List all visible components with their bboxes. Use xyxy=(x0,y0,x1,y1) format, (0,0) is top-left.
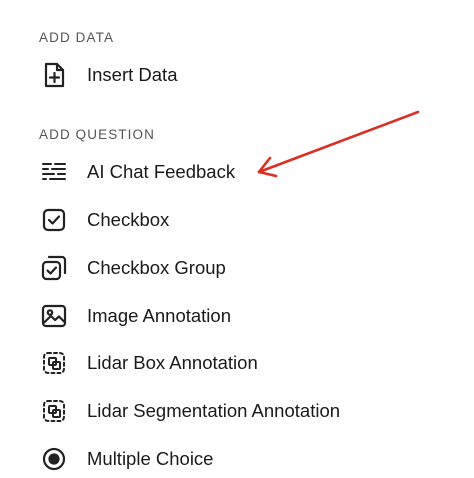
menu-item-checkbox-group[interactable]: Checkbox Group xyxy=(36,249,436,287)
menu-item-checkbox[interactable]: Checkbox xyxy=(36,201,436,239)
menu-item-label: Insert Data xyxy=(87,64,178,85)
checkbox-icon xyxy=(36,202,72,238)
menu-item-label: Lidar Segmentation Annotation xyxy=(87,400,341,421)
menu-item-label: AI Chat Feedback xyxy=(87,161,236,182)
menu-item-label: Image Annotation xyxy=(87,305,231,326)
chat-feedback-icon xyxy=(36,154,72,190)
add-menu-panel: ADD DATA Insert Data ADD QUESTION AI Cha… xyxy=(0,0,474,471)
insert-data-icon xyxy=(36,57,72,93)
menu-item-label: Checkbox xyxy=(87,209,170,230)
menu-item-multiple-choice[interactable]: Multiple Choice xyxy=(36,440,436,478)
image-icon xyxy=(36,298,72,334)
menu-item-label: Checkbox Group xyxy=(87,257,226,278)
menu-item-label: Multiple Choice xyxy=(87,448,214,469)
lidar-segmentation-icon xyxy=(36,393,72,429)
checkbox-group-icon xyxy=(36,250,72,286)
section-title-add-question: ADD QUESTION xyxy=(39,127,155,142)
menu-item-lidar-segmentation-annotation[interactable]: Lidar Segmentation Annotation xyxy=(36,392,436,430)
radio-icon xyxy=(36,441,72,477)
menu-item-ai-chat-feedback[interactable]: AI Chat Feedback xyxy=(36,153,436,191)
menu-item-label: Lidar Box Annotation xyxy=(87,352,258,373)
section-title-add-data: ADD DATA xyxy=(39,30,115,45)
menu-item-image-annotation[interactable]: Image Annotation xyxy=(36,297,436,335)
menu-item-lidar-box-annotation[interactable]: Lidar Box Annotation xyxy=(36,344,436,382)
lidar-box-icon xyxy=(36,345,72,381)
menu-item-insert-data[interactable]: Insert Data xyxy=(36,56,436,94)
